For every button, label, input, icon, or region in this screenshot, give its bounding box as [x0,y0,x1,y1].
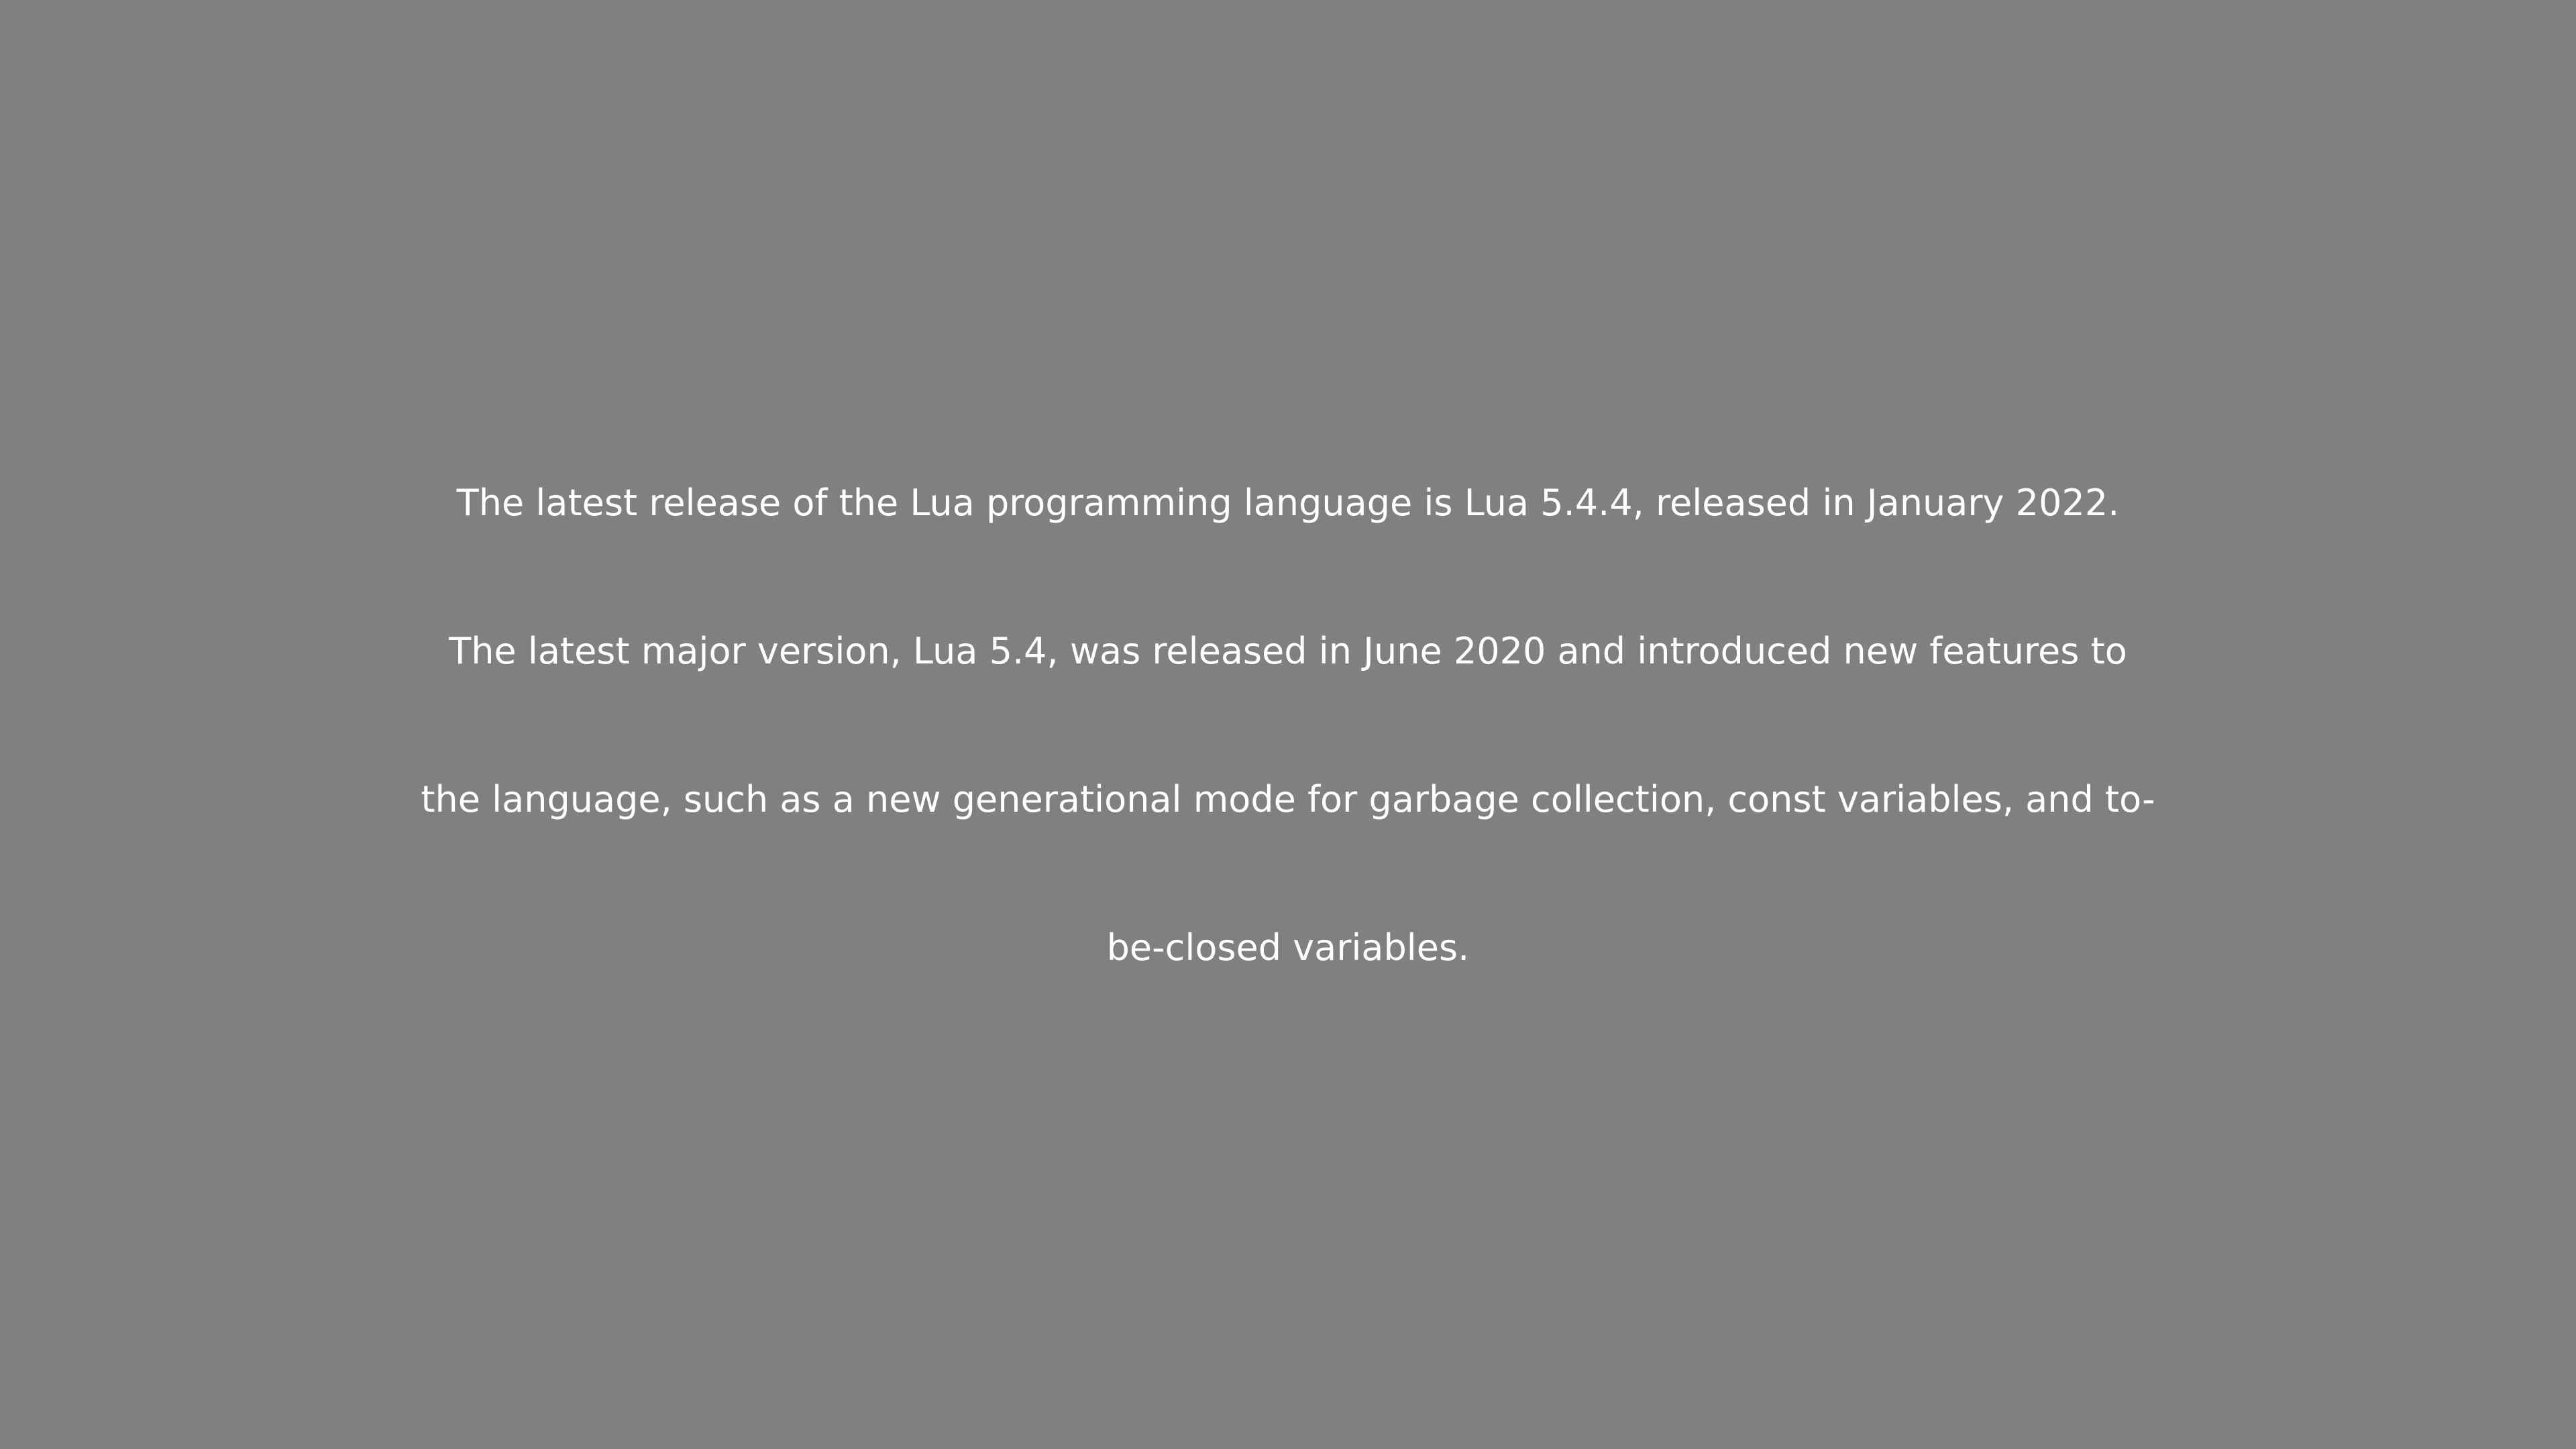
message-line-2: The latest major version, Lua 5.4, was r… [449,630,2127,672]
screen: The latest release of the Lua programmin… [0,0,2576,1449]
message-text-block: The latest release of the Lua programmin… [0,0,2576,1449]
message-line-3: the language, such as a new generational… [421,778,2155,820]
message-line-1: The latest release of the Lua programmin… [456,482,2120,524]
message-line-4: be-closed variables. [1106,926,1470,969]
